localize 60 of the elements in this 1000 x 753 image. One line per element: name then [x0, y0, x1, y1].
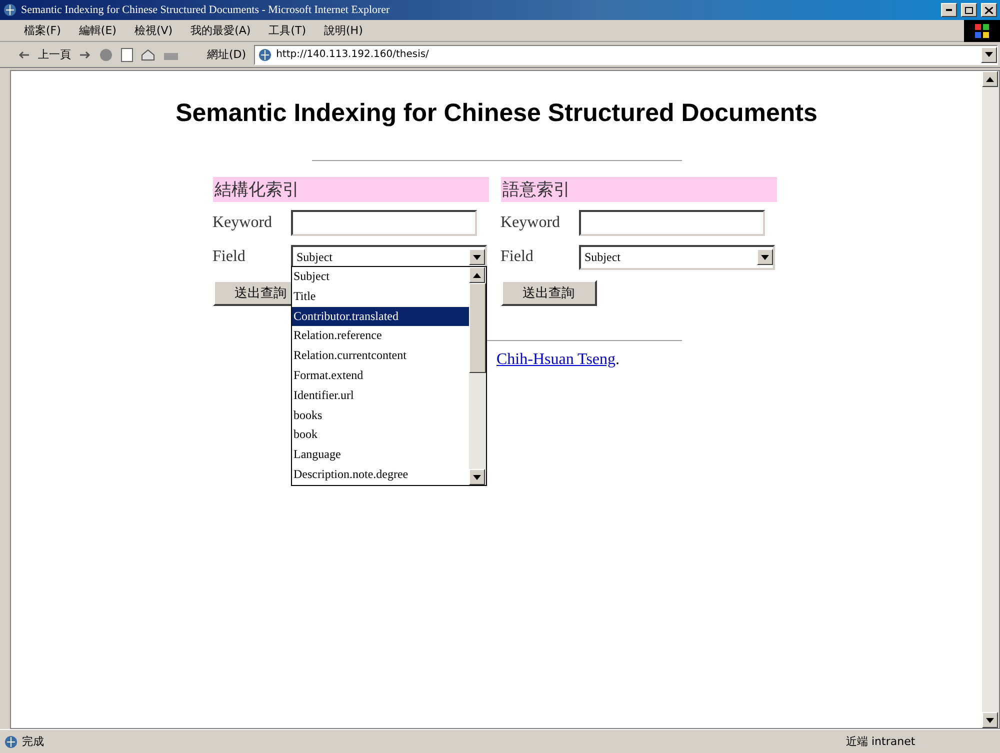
home-icon[interactable] [141, 48, 155, 60]
select-arrow-button[interactable] [756, 249, 772, 265]
forward-arrow-icon[interactable] [79, 50, 91, 60]
scroll-up-arrow-icon [472, 272, 480, 278]
field-label: Field [212, 248, 246, 266]
field-select[interactable]: Subject [578, 244, 774, 270]
list-scrollbar[interactable] [468, 267, 486, 485]
dropdown-option[interactable]: Relation.reference [292, 326, 468, 346]
keyword-input[interactable] [290, 210, 476, 236]
status-text: 完成 [22, 734, 45, 749]
select-arrow-button[interactable] [468, 249, 484, 265]
back-arrow-icon[interactable] [18, 50, 30, 60]
keyword-input[interactable] [578, 210, 764, 236]
dropdown-arrow-icon [760, 254, 768, 260]
minimize-button[interactable] [941, 3, 957, 17]
page-icon [4, 734, 18, 748]
menu-item[interactable]: 說明(H) [324, 23, 363, 38]
close-icon [985, 6, 993, 14]
dropdown-option[interactable]: books [292, 406, 468, 426]
scroll-up-arrow-icon [986, 76, 994, 82]
dropdown-arrow-icon [986, 718, 994, 722]
field-label: Field [500, 248, 534, 266]
submit-button[interactable]: 送出查詢 [500, 280, 596, 306]
menu-item[interactable]: 檔案(F) [24, 23, 61, 38]
maximize-icon [965, 6, 973, 14]
maximize-button[interactable] [961, 3, 977, 17]
menu-item[interactable]: 檢視(V) [134, 23, 173, 38]
dropdown-option[interactable]: Identifier.url [292, 386, 468, 406]
scroll-thumb[interactable] [468, 283, 486, 373]
dropdown-option[interactable]: Relation.currentcontent [292, 346, 468, 366]
dropdown-arrow-icon [472, 254, 480, 260]
page-scrollbar[interactable] [982, 71, 999, 728]
author-link[interactable]: Chih-Hsuan Tseng [496, 351, 616, 368]
dropdown-option[interactable]: Contributor.translated [292, 306, 468, 326]
period-text: . [616, 351, 620, 368]
dropdown-option[interactable]: Language [292, 445, 468, 465]
dropdown-option[interactable]: Format.extend [292, 366, 468, 386]
page-icon [3, 3, 17, 17]
window-title: Semantic Indexing for Chinese Structured Documents - Microsoft Internet Explorer [21, 4, 391, 16]
address-label: 網址(D) [207, 47, 246, 62]
menu-item[interactable]: 編輯(E) [78, 23, 116, 38]
dropdown-arrow-icon [472, 474, 480, 480]
dropdown-arrow-icon [985, 52, 993, 57]
dropdown-option[interactable]: book [292, 425, 468, 446]
dropdown-option[interactable]: Description.note.degree [292, 464, 468, 485]
windows-logo-icon [975, 24, 989, 38]
menu-item[interactable]: 我的最愛(A) [190, 23, 251, 38]
keyword-label: Keyword [212, 214, 274, 232]
minimize-icon [946, 9, 952, 11]
close-button[interactable] [981, 3, 997, 17]
page-title: Semantic Indexing for Chinese Structured Documents [176, 99, 818, 128]
menu-item[interactable]: 工具(T) [268, 23, 306, 38]
page-icon [258, 48, 272, 62]
keyword-label: Keyword [500, 214, 562, 232]
back-button[interactable]: 上一頁 [38, 47, 71, 62]
address-field[interactable]: http://140.113.192.160/thesis/ [254, 44, 998, 64]
address-dropdown-button[interactable] [981, 46, 997, 62]
zone-text: 近端 intranet [846, 734, 916, 749]
section-heading: 結構化索引 [212, 177, 488, 202]
section-heading: 語意索引 [500, 177, 776, 202]
